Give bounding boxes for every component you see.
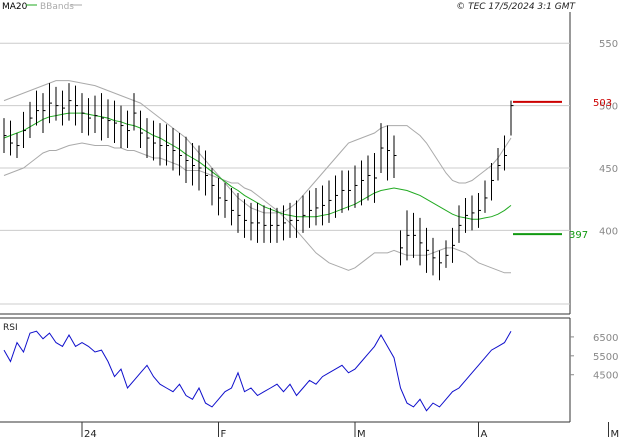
price-tick-label: 450 [599,164,618,175]
ohlc-bar [114,100,117,144]
rsi-axis-ticks: 6500 5500 4500 [593,333,618,382]
ohlc-bar [510,100,514,136]
ohlc-bar [10,120,13,156]
rsi-tick-label: 5500 [593,352,618,363]
ohlc-bar [36,90,39,126]
ohlc-bar [432,237,436,276]
price-tick-label: 400 [599,226,618,237]
ohlc-bar [439,250,442,281]
legend: MA20 BBands [2,2,82,12]
ohlc-bar [133,93,137,131]
bollinger-bands [3,80,512,274]
ohlc-bar [257,202,260,243]
ohlc-bar [484,180,488,213]
ohlc-bar [224,182,228,218]
ohlc-bar [146,118,150,159]
ohlc-bar [380,123,384,173]
x-tick-label: M [611,429,620,440]
rsi-tick-label: 6500 [593,333,618,344]
ohlc-bar [153,120,156,161]
ohlc-bar [458,205,462,243]
ohlc-bar [426,227,429,273]
ohlc-bar [465,197,468,233]
ohlc-bar [452,227,455,263]
ohlc-bar [354,165,358,208]
ohlc-bar [445,240,449,268]
ohlc-bar [29,101,33,139]
ohlc-bar [413,212,416,258]
ohlc-bar [3,118,7,154]
ohlc-bar [218,177,221,216]
ohlc-bar [322,185,325,226]
x-tick-label: M [357,429,366,440]
ohlc-bar [88,98,91,136]
x-tick-label: 24 [84,429,97,440]
stock-chart: 550500450400 503397 RSI 650055004500 24 F… [0,2,620,440]
ohlc-bar [387,125,390,181]
ohlc-bar [166,124,169,166]
x-tick-label: A [481,429,488,440]
ohlc-bar [393,135,397,178]
ohlc-bar [62,90,65,126]
rsi-line [3,330,512,412]
price-axis-ticks: 550500450400 [599,39,618,237]
legend-bbands-label: BBands [40,2,74,12]
ohlc-bar [374,153,377,203]
ohlc-bar [367,155,371,201]
ohlc-bar [315,187,319,226]
rsi-gridlines [570,336,574,376]
ohlc-bar [263,205,267,243]
rsi-series-line [3,330,512,412]
ohlc-bar [127,110,130,149]
ohlc-bar [497,148,501,181]
ohlc-bar [16,133,20,159]
price-panel: 550500450400 503397 [0,12,618,315]
ohlc-bar [302,195,306,233]
ohlc-bar [309,190,312,228]
ohlc-bar [491,163,494,201]
rsi-tick-label: 4500 [593,371,618,382]
ohlc-bar [406,210,410,261]
ohlc-bar [504,135,507,171]
rsi-panel: RSI 6500 5500 4500 [0,317,618,423]
ohlc-bar [328,180,332,223]
ohlc-bar [179,133,182,176]
ohlc-bar [68,83,72,121]
price-levels: 503 397 [513,98,612,241]
ohlc-bar [185,136,189,183]
price-level-label: 397 [569,230,588,241]
ohlc-bar [400,230,403,266]
legend-ma20-label: MA20 [2,2,28,12]
bollinger-upper-band [3,80,512,214]
ohlc-bar [419,217,423,266]
ohlc-bar [120,105,124,149]
ohlc-bar [341,170,345,213]
ohlc-bar [81,93,85,134]
price-level-label: 503 [593,98,612,109]
ohlc-bar [471,195,475,231]
timestamp: © TEC 17/5/2024 3:1 GMT [456,2,576,12]
ohlc-bar [348,170,351,211]
rsi-title: RSI [3,323,18,333]
ohlc-bar [289,202,293,238]
x-tick-label: F [221,429,227,440]
ohlc-bar [192,143,195,186]
ohlc-bar [42,93,46,134]
price-tick-label: 550 [599,39,618,50]
ohlc-bar [94,95,98,134]
x-axis: 24 F M A M [81,422,620,440]
ohlc-bar [198,145,202,191]
ohlc-bar [478,192,481,228]
ohlc-bar [75,85,78,126]
